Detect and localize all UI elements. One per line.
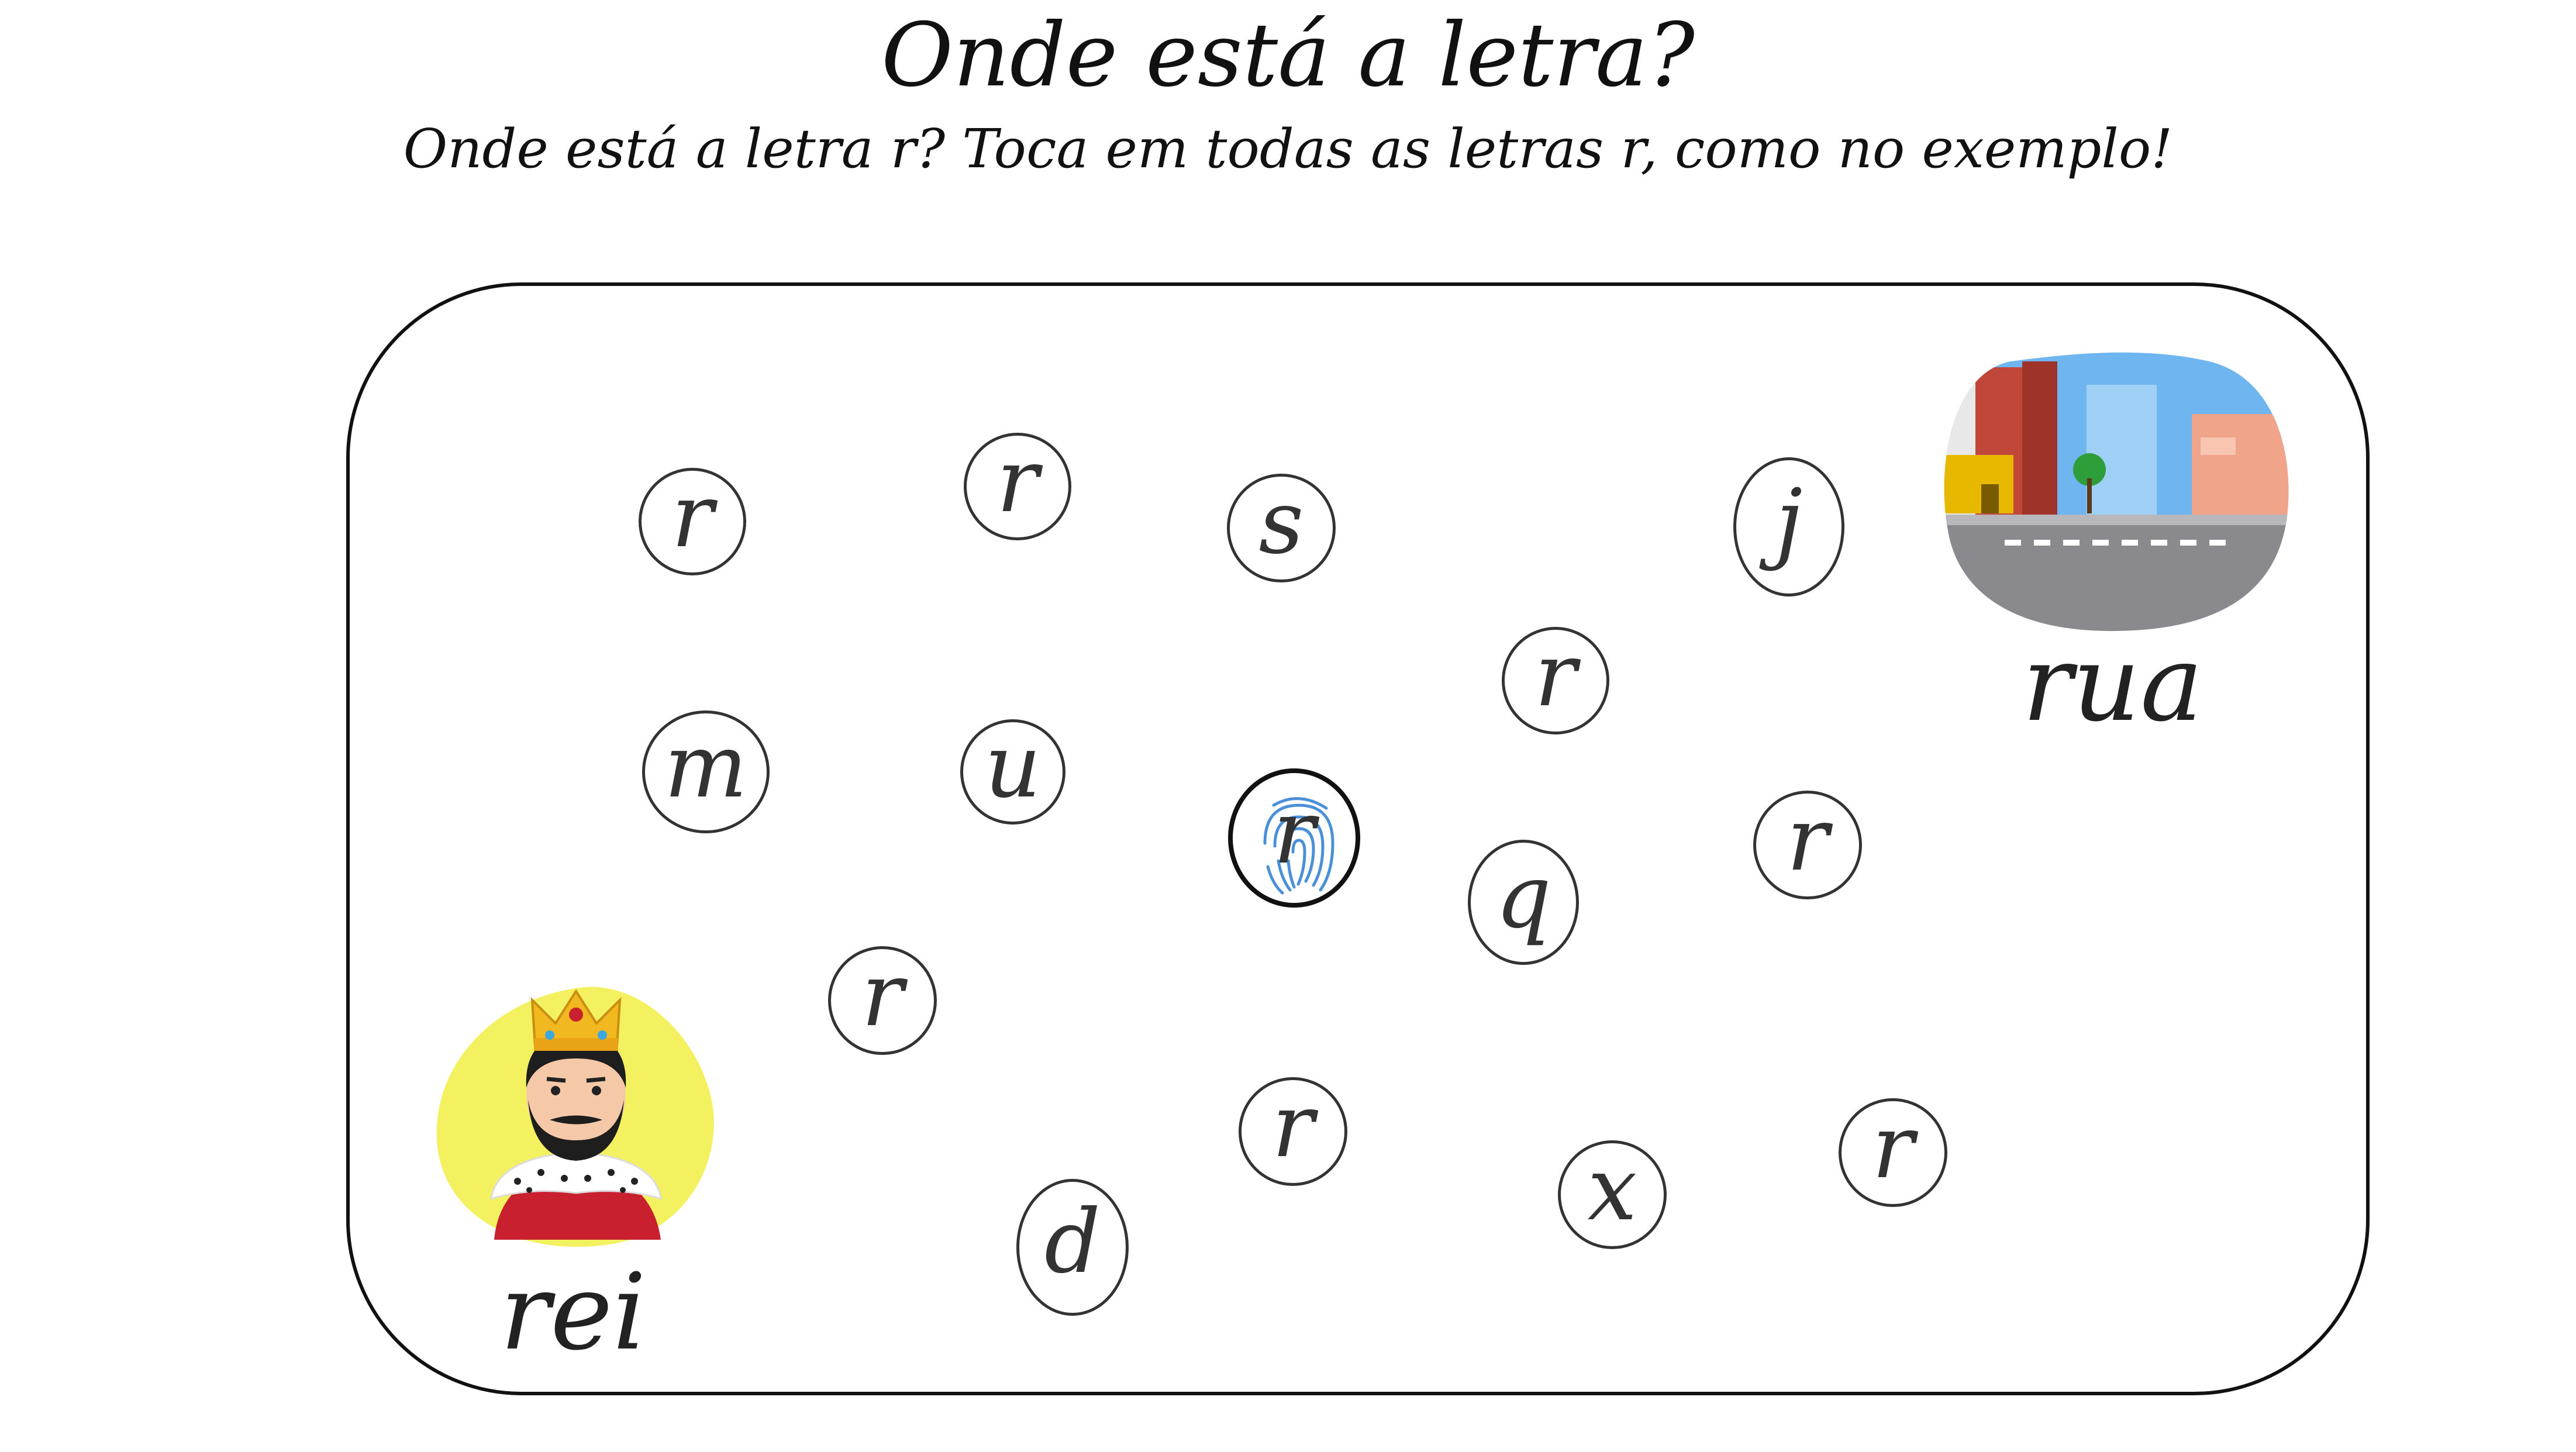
letter-char: r [996, 430, 1039, 532]
page-title: Onde está a letra? [881, 5, 1695, 106]
letter-char: m [664, 716, 748, 818]
letter-bubble[interactable]: q [1468, 840, 1579, 965]
letter-bubble[interactable]: r [1839, 1098, 1947, 1207]
letter-char: u [984, 716, 1042, 818]
letter-bubble[interactable]: r [964, 433, 1071, 540]
example-letter-bubble[interactable]: r [1228, 768, 1360, 908]
letter-char: x [1587, 1139, 1637, 1240]
street-icon [1944, 352, 2289, 632]
letter-char: r [671, 465, 713, 567]
letter-char: r [1273, 782, 1315, 884]
letter-char: r [1787, 789, 1829, 891]
instruction-text: Onde está a letra r? Toca em todas as le… [403, 118, 2173, 180]
letter-char: d [1044, 1191, 1101, 1293]
letter-bubble[interactable]: d [1016, 1179, 1129, 1316]
letter-bubble[interactable]: r [1753, 791, 1862, 899]
letter-bubble[interactable]: u [960, 719, 1065, 825]
picture-word-rei: rei [500, 1251, 647, 1374]
letter-bubble[interactable]: x [1558, 1140, 1667, 1249]
picture-word-rua: rua [2022, 623, 2203, 745]
king-icon [436, 987, 714, 1247]
letter-char: r [1534, 625, 1577, 726]
letter-bubble[interactable]: m [642, 711, 770, 833]
letter-bubble[interactable]: j [1733, 457, 1844, 596]
letter-bubble[interactable]: r [1239, 1077, 1347, 1186]
letter-bubble[interactable]: s [1227, 474, 1336, 582]
letter-char: r [1272, 1075, 1314, 1177]
letter-char: s [1258, 472, 1304, 574]
letter-char: r [861, 944, 904, 1046]
letter-char: j [1775, 471, 1803, 572]
letter-bubble[interactable]: r [1502, 627, 1609, 734]
letter-char: r [1872, 1096, 1914, 1198]
letter-bubble[interactable]: r [828, 946, 937, 1055]
letter-char: q [1495, 846, 1552, 948]
letter-bubble[interactable]: r [639, 468, 746, 575]
